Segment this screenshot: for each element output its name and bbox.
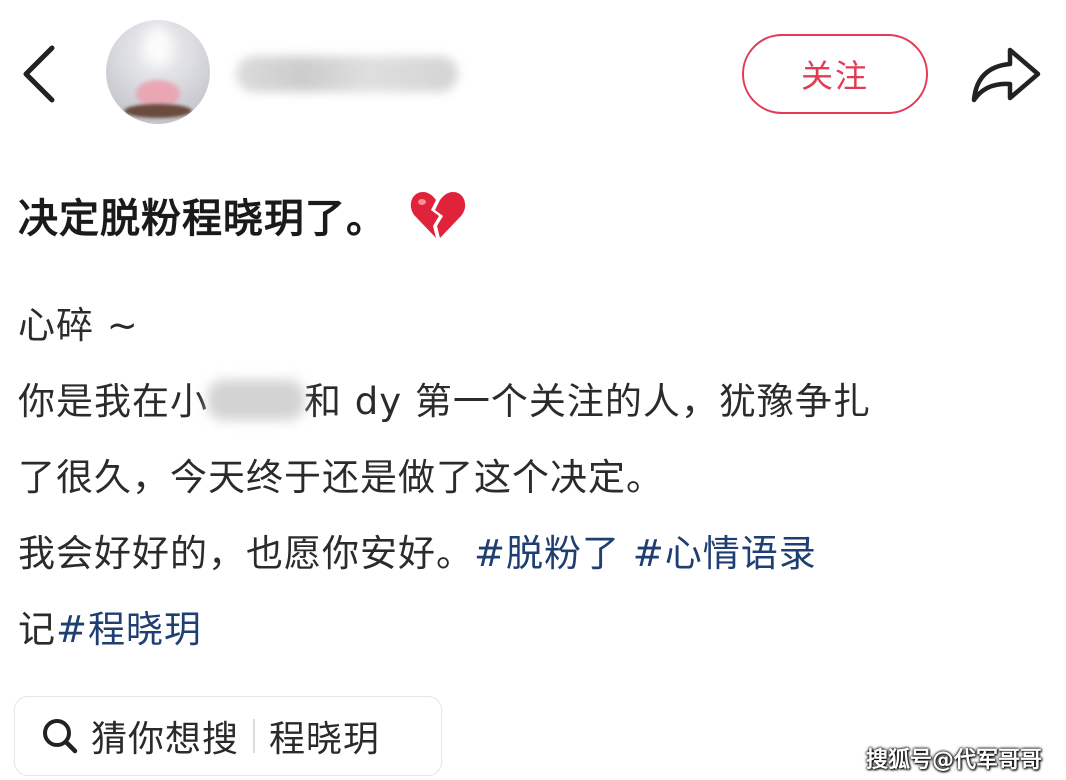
back-button[interactable] [18, 42, 62, 106]
avatar-lotus [136, 80, 180, 106]
search-divider [253, 719, 256, 753]
body-line-3-text: 了很久，今天终于还是做了这个决定。 [18, 456, 664, 499]
follow-button[interactable]: 关注 [742, 34, 928, 114]
search-suggestion-chip[interactable]: 猜你想搜 程晓玥 [14, 696, 442, 776]
body-line-3: 了很久，今天终于还是做了这个决定。 [18, 440, 1048, 516]
search-icon [43, 719, 78, 754]
blurred-app-name [208, 379, 304, 420]
watermark: 搜狐号@代军哥哥 [865, 748, 1042, 773]
search-suggestion-term[interactable]: 程晓玥 [269, 710, 380, 762]
body-line-5-text: 记 [18, 608, 56, 651]
share-button[interactable] [968, 42, 1044, 106]
body-line-4: 我会好好的，也愿你安好。#脱粉了 #心情语录 [18, 516, 1048, 592]
username-blurred[interactable] [236, 56, 458, 92]
body-line-5: 记#程晓玥 [18, 592, 1048, 668]
post-title-text: 决定脱粉程晓玥了。 [18, 196, 387, 242]
body-line-2-before: 你是我在小 [18, 380, 208, 423]
avatar-light [144, 26, 172, 66]
share-icon [971, 47, 1041, 103]
hashtag-chengxiaoyue[interactable]: #程晓玥 [56, 608, 202, 651]
body-line-4-text: 我会好好的，也愿你安好。 [18, 532, 474, 575]
follow-label: 关注 [800, 57, 869, 95]
avatar[interactable] [106, 20, 210, 124]
body-line-1-text: 心碎 ~ [18, 304, 139, 347]
hashtag-xinqing-yulu[interactable]: #心情语录 [633, 532, 817, 575]
chevron-left-icon [23, 45, 55, 103]
body-line-2: 你是我在小 和 dy 第一个关注的人，犹豫争扎 [18, 364, 1048, 440]
post-body: 心碎 ~ 你是我在小 和 dy 第一个关注的人，犹豫争扎 了很久，今天终于还是做了… [18, 288, 1048, 668]
post-title: 决定脱粉程晓玥了。 [18, 186, 467, 244]
body-line-2-after: 和 dy 第一个关注的人，犹豫争扎 [304, 380, 871, 423]
body-line-1: 心碎 ~ [18, 288, 1048, 364]
avatar-base [124, 104, 192, 118]
search-suggestion-label: 猜你想搜 [91, 719, 240, 760]
hashtag-tuofen[interactable]: #脱粉了 [474, 532, 620, 575]
broken-heart-icon [410, 192, 466, 238]
